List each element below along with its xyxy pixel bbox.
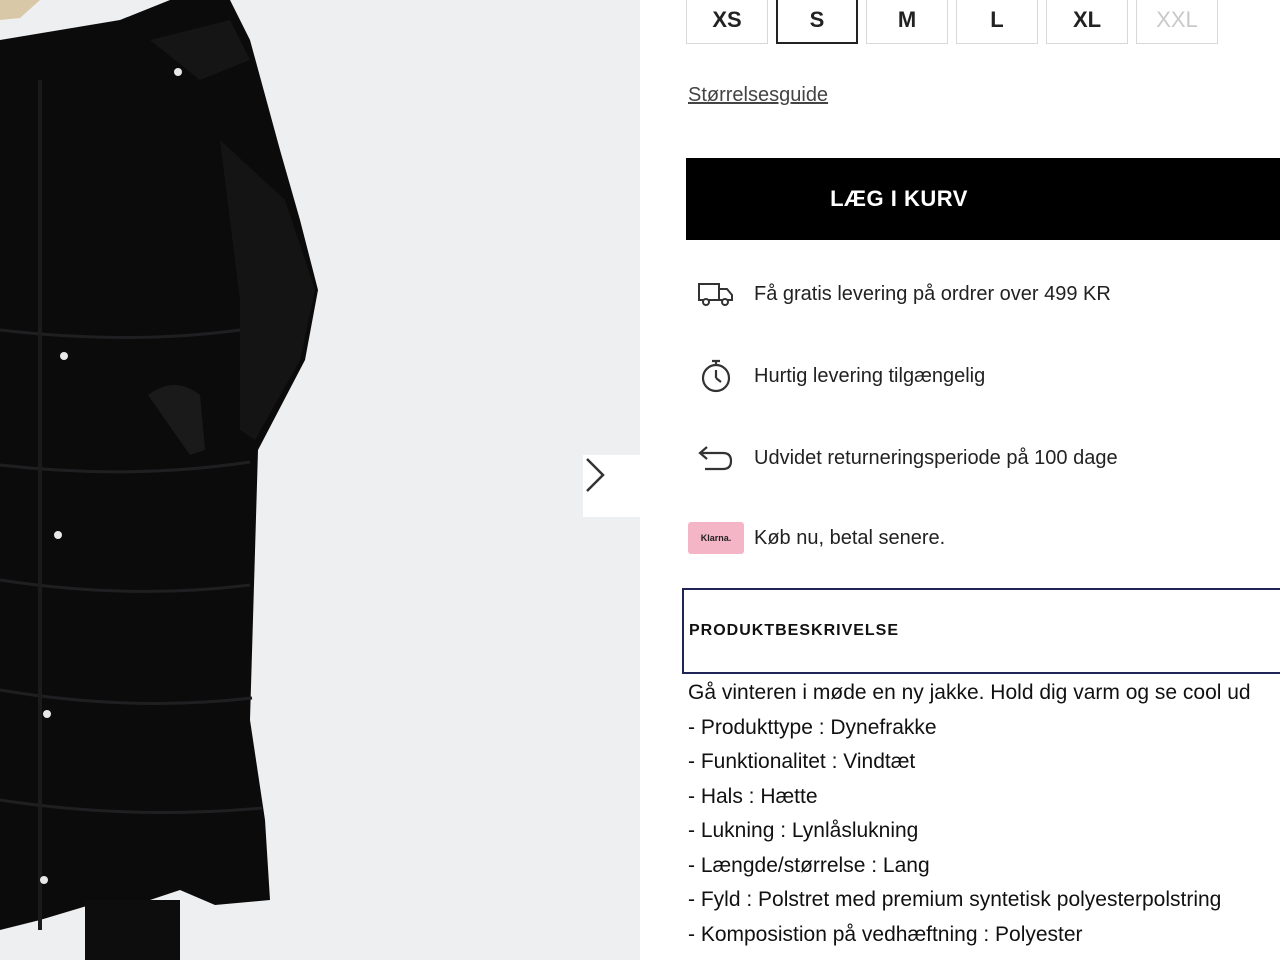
klarna-text: Køb nu, betal senere. bbox=[754, 526, 946, 549]
description-line: - Funktionalitet : Vindtæt bbox=[688, 750, 916, 773]
free-delivery-text: Få gratis levering på ordrer over 499 KR bbox=[754, 282, 1111, 305]
add-to-cart-button[interactable]: LÆG I KURV bbox=[686, 158, 1280, 240]
next-image-button[interactable] bbox=[583, 455, 640, 517]
size-option-xxl[interactable]: XXL bbox=[1136, 0, 1218, 44]
product-image bbox=[0, 0, 640, 960]
description-intro: Gå vinteren i møde en ny jakke. Hold dig… bbox=[688, 681, 1251, 704]
description-line: - Komposistion på vedhæftning : Polyeste… bbox=[688, 922, 1083, 946]
coat-illustration bbox=[0, 0, 318, 960]
size-guide-link[interactable]: Størrelsesguide bbox=[688, 84, 828, 107]
size-selector: XS S M L XL XXL bbox=[686, 0, 1218, 44]
description-line: - Hals : Hætte bbox=[688, 784, 818, 808]
size-option-l[interactable]: L bbox=[956, 0, 1038, 44]
fast-delivery-text: Hurtig levering tilgængelig bbox=[754, 364, 986, 387]
product-description-toggle[interactable]: PRODUKTBESKRIVELSE bbox=[682, 588, 1280, 674]
description-line: - Lukning : Lynlåslukning bbox=[688, 819, 919, 842]
size-option-m[interactable]: M bbox=[866, 0, 948, 44]
chevron-right-icon bbox=[586, 458, 605, 492]
truck-icon bbox=[696, 274, 736, 314]
returns-text: Udvidet returneringsperiode på 100 dage bbox=[754, 446, 1118, 469]
size-option-xs[interactable]: XS bbox=[686, 0, 768, 44]
description-line: - Produkttype : Dynefrakke bbox=[688, 715, 937, 739]
product-description: Gå vinteren i møde en ny jakke. Hold dig… bbox=[688, 676, 1280, 952]
free-delivery-perk: Få gratis levering på ordrer over 499 KR bbox=[696, 274, 1111, 314]
size-option-xl[interactable]: XL bbox=[1046, 0, 1128, 44]
returns-perk: Udvidet returneringsperiode på 100 dage bbox=[696, 438, 1118, 478]
klarna-perk: Klarna. Køb nu, betal senere. bbox=[688, 522, 946, 554]
stopwatch-icon bbox=[696, 356, 736, 396]
return-arrow-icon bbox=[696, 438, 736, 478]
size-option-s[interactable]: S bbox=[776, 0, 858, 44]
klarna-logo: Klarna. bbox=[688, 522, 744, 554]
description-line: - Fyld : Polstret med premium syntetisk … bbox=[688, 888, 1222, 911]
description-line: - Længde/størrelse : Lang bbox=[688, 853, 930, 877]
fast-delivery-perk: Hurtig levering tilgængelig bbox=[696, 356, 985, 396]
